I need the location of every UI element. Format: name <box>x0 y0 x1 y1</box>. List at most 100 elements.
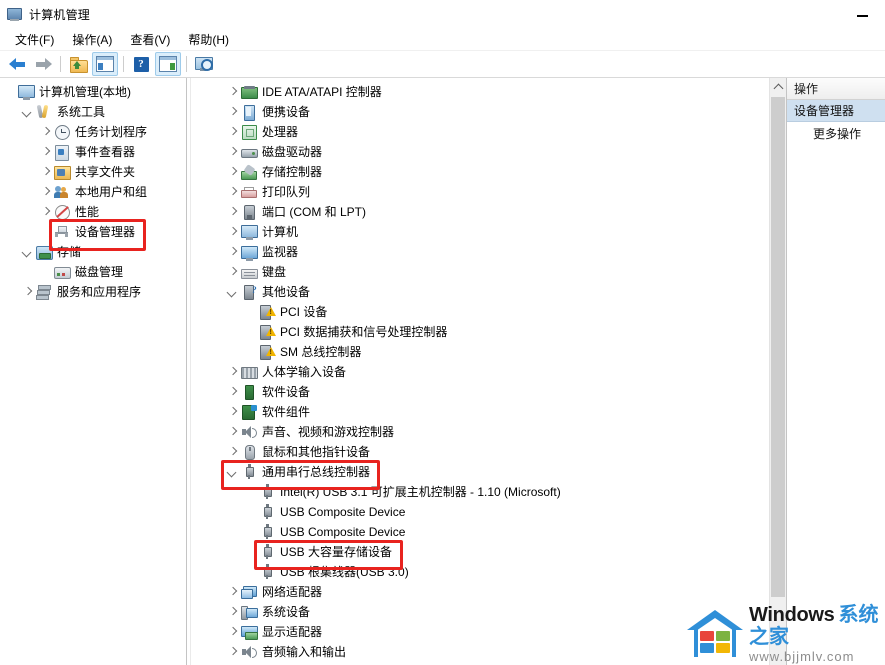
chevron-right-icon[interactable] <box>225 224 241 240</box>
device-item-磁盘驱动器[interactable]: 磁盘驱动器 <box>207 142 786 162</box>
show-hide-action-pane-button[interactable] <box>155 52 181 76</box>
menu-action[interactable]: 操作(A) <box>63 29 121 50</box>
device-item-计算机[interactable]: 计算机 <box>207 222 786 242</box>
device-item-usb-composite-device[interactable]: USB Composite Device <box>207 522 786 542</box>
up-folder-button[interactable] <box>66 53 90 75</box>
console-item-服务和应用程序[interactable]: 服务和应用程序 <box>0 282 186 302</box>
chevron-right-icon[interactable] <box>225 364 241 380</box>
chevron-down-icon[interactable] <box>20 244 36 260</box>
logo-square-3 <box>716 643 730 653</box>
console-item-系统工具[interactable]: 系统工具 <box>0 102 186 122</box>
chevron-placeholder <box>243 564 259 580</box>
chevron-right-icon[interactable] <box>225 204 241 220</box>
chevron-right-icon[interactable] <box>225 444 241 460</box>
device-item-便携设备[interactable]: 便携设备 <box>207 102 786 122</box>
tree-item-label: 共享文件夹 <box>75 164 135 180</box>
device-item-软件组件[interactable]: 软件组件 <box>207 402 786 422</box>
chevron-right-icon[interactable] <box>225 164 241 180</box>
device-tree-scrollbar[interactable] <box>769 78 786 665</box>
device-item-网络适配器[interactable]: 网络适配器 <box>207 582 786 602</box>
storage-icon <box>36 244 52 260</box>
chevron-right-icon[interactable] <box>225 624 241 640</box>
console-item-本地用户和组[interactable]: 本地用户和组 <box>0 182 186 202</box>
chevron-right-icon[interactable] <box>225 404 241 420</box>
device-item-intel-r-usb-3-1-可扩展主机控制器-1-10-microsoft-[interactable]: Intel(R) USB 3.1 可扩展主机控制器 - 1.10 (Micros… <box>207 482 786 502</box>
chevron-right-icon[interactable] <box>38 204 54 220</box>
tree-item-label: PCI 设备 <box>280 304 327 320</box>
chevron-right-icon[interactable] <box>38 184 54 200</box>
device-item-打印队列[interactable]: 打印队列 <box>207 182 786 202</box>
back-button[interactable] <box>5 53 29 75</box>
device-item-usb-composite-device[interactable]: USB Composite Device <box>207 502 786 522</box>
console-item-任务计划程序[interactable]: 任务计划程序 <box>0 122 186 142</box>
device-item-键盘[interactable]: 键盘 <box>207 262 786 282</box>
device-item-其他设备[interactable]: ?其他设备 <box>207 282 786 302</box>
window-title: 计算机管理 <box>29 6 90 23</box>
minimize-button[interactable] <box>840 0 885 28</box>
device-item-端口-com-和-lpt-[interactable]: 端口 (COM 和 LPT) <box>207 202 786 222</box>
print-queue-icon <box>241 184 257 200</box>
logo-square-0 <box>700 631 714 641</box>
chevron-right-icon[interactable] <box>225 604 241 620</box>
chevron-right-icon[interactable] <box>225 644 241 660</box>
menu-help[interactable]: 帮助(H) <box>179 29 238 50</box>
chevron-down-icon[interactable] <box>225 464 241 480</box>
device-item-存储控制器[interactable]: 存储控制器 <box>207 162 786 182</box>
device-item-pci-数据捕获和信号处理控制器[interactable]: PCI 数据捕获和信号处理控制器 <box>207 322 786 342</box>
menu-file[interactable]: 文件(F) <box>6 29 63 50</box>
chevron-right-icon[interactable] <box>225 184 241 200</box>
tree-item-label: 鼠标和其他指针设备 <box>262 444 370 460</box>
chevron-right-icon[interactable] <box>225 244 241 260</box>
device-item-通用串行总线控制器[interactable]: 通用串行总线控制器 <box>207 462 786 482</box>
chevron-down-icon[interactable] <box>20 104 36 120</box>
console-item-事件查看器[interactable]: 事件查看器 <box>0 142 186 162</box>
console-item-共享文件夹[interactable]: 共享文件夹 <box>0 162 186 182</box>
device-item-鼠标和其他指针设备[interactable]: 鼠标和其他指针设备 <box>207 442 786 462</box>
console-item-存储[interactable]: 存储 <box>0 242 186 262</box>
console-tree: 计算机管理(本地)系统工具任务计划程序事件查看器共享文件夹本地用户和组性能设备管… <box>0 78 186 302</box>
chevron-right-icon[interactable] <box>225 264 241 280</box>
device-item-监视器[interactable]: 监视器 <box>207 242 786 262</box>
device-item-sm-总线控制器[interactable]: SM 总线控制器 <box>207 342 786 362</box>
device-item-软件设备[interactable]: 软件设备 <box>207 382 786 402</box>
chevron-right-icon[interactable] <box>225 144 241 160</box>
event-viewer-icon <box>54 144 70 160</box>
device-item-usb-大容量存储设备[interactable]: USB 大容量存储设备 <box>207 542 786 562</box>
chevron-right-icon[interactable] <box>38 144 54 160</box>
chevron-right-icon[interactable] <box>225 104 241 120</box>
help-button[interactable]: ? <box>129 53 153 75</box>
console-item-设备管理器[interactable]: 设备管理器 <box>0 222 186 242</box>
chevron-right-icon[interactable] <box>225 84 241 100</box>
action-more-actions[interactable]: 更多操作 <box>787 122 885 144</box>
chevron-right-icon[interactable] <box>38 124 54 140</box>
console-item-磁盘管理[interactable]: 磁盘管理 <box>0 262 186 282</box>
device-item-声音-视频和游戏控制器[interactable]: 声音、视频和游戏控制器 <box>207 422 786 442</box>
device-item-人体学输入设备[interactable]: 人体学输入设备 <box>207 362 786 382</box>
window-controls <box>840 0 885 28</box>
tree-item-label: 事件查看器 <box>75 144 135 160</box>
scrollbar-thumb[interactable] <box>771 97 785 597</box>
chevron-right-icon[interactable] <box>225 384 241 400</box>
chevron-right-icon[interactable] <box>225 124 241 140</box>
device-item-ide-ata-atapi-控制器[interactable]: IDE ATA/ATAPI 控制器 <box>207 82 786 102</box>
console-item-性能[interactable]: 性能 <box>0 202 186 222</box>
chevron-right-icon[interactable] <box>225 584 241 600</box>
scan-hardware-button[interactable] <box>192 53 216 75</box>
console-item-计算机管理-本地-[interactable]: 计算机管理(本地) <box>0 82 186 102</box>
device-item-处理器[interactable]: 处理器 <box>207 122 786 142</box>
forward-button[interactable] <box>31 53 55 75</box>
audio-io-icon <box>241 644 257 660</box>
device-item-pci-设备[interactable]: PCI 设备 <box>207 302 786 322</box>
chevron-right-icon[interactable] <box>38 164 54 180</box>
menu-view[interactable]: 查看(V) <box>121 29 179 50</box>
chevron-placeholder <box>243 344 259 360</box>
chevron-down-icon[interactable] <box>225 284 241 300</box>
show-hide-tree-button[interactable] <box>92 52 118 76</box>
chevron-right-icon[interactable] <box>225 424 241 440</box>
scrollbar-up-button[interactable] <box>770 78 786 95</box>
usb-device-icon <box>259 524 275 540</box>
ide-controller-icon <box>241 84 257 100</box>
chevron-right-icon[interactable] <box>20 284 36 300</box>
tree-item-label: 通用串行总线控制器 <box>262 464 370 480</box>
device-item-usb-根集线器-usb-3-0-[interactable]: USB 根集线器(USB 3.0) <box>207 562 786 582</box>
